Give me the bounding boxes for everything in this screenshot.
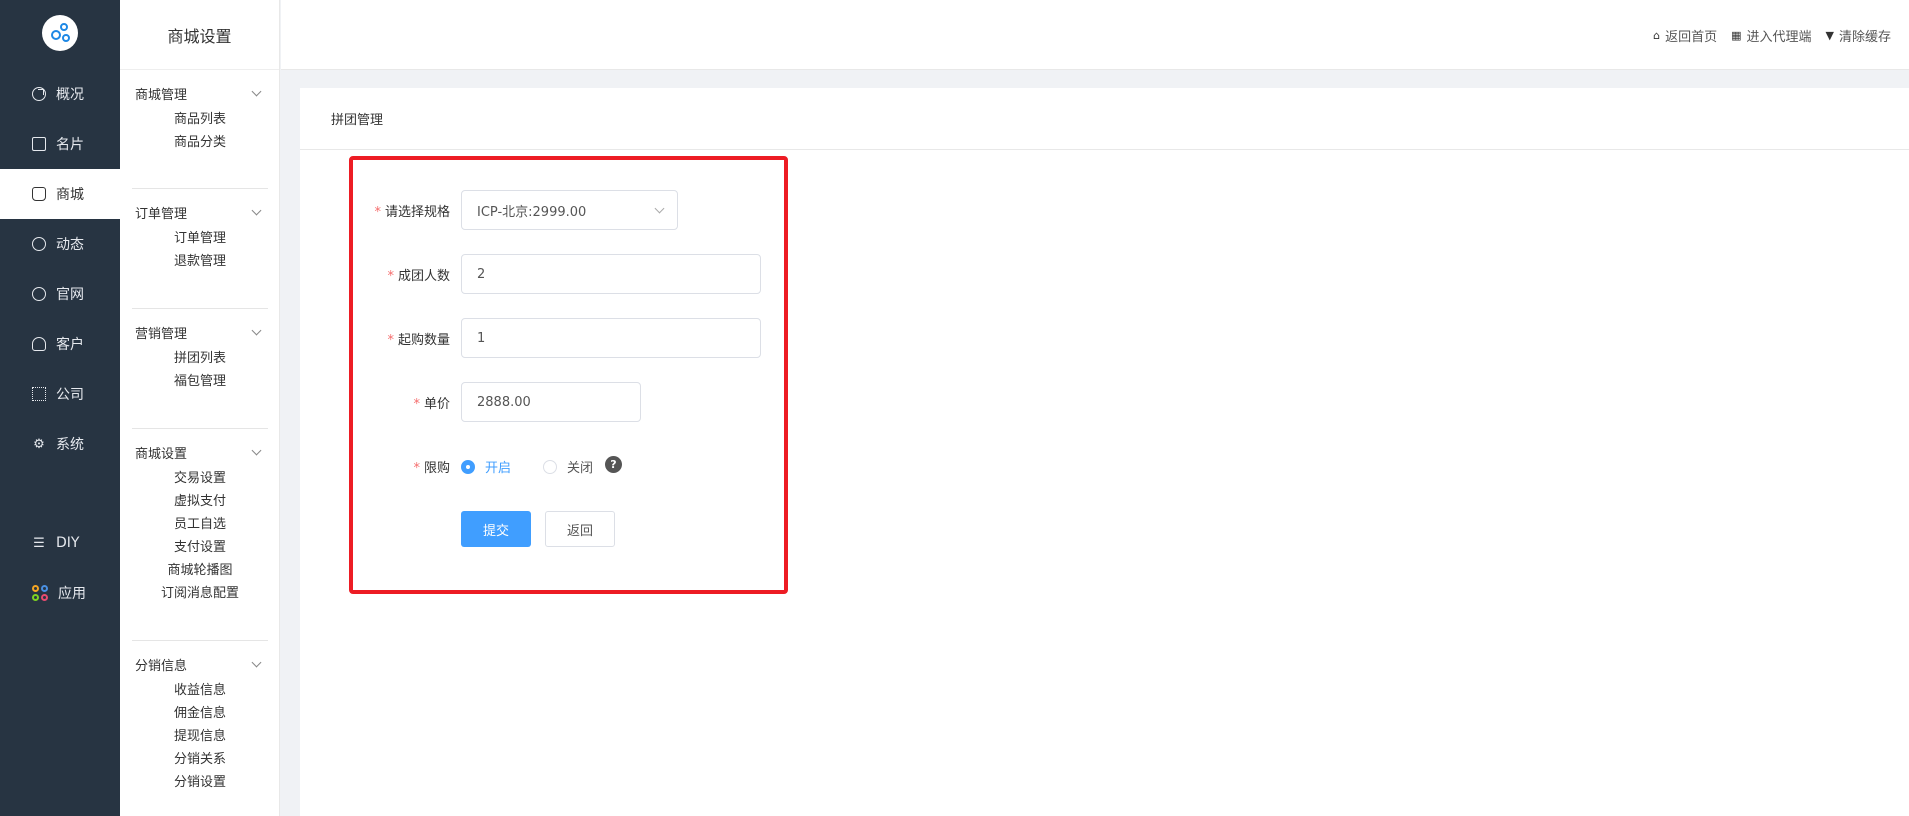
menu-group-header[interactable]: 商城管理	[120, 78, 280, 108]
menu-item[interactable]: 订单管理	[120, 227, 280, 250]
chevron-down-icon	[251, 657, 262, 668]
home-icon: ⌂	[1653, 29, 1661, 42]
min-qty-label: * 起购数量	[387, 333, 450, 348]
chevron-down-icon	[251, 86, 262, 97]
nav-item-diy[interactable]: ☰ DIY	[0, 518, 120, 568]
agent-link[interactable]: ▦ 进入代理端	[1731, 26, 1811, 45]
radio-unchecked	[543, 459, 557, 474]
menu-group-marketing: 营销管理 拼团列表 福包管理	[120, 317, 280, 393]
nav-item-company[interactable]: 公司	[0, 369, 120, 419]
divider	[132, 308, 268, 309]
apps-icon	[32, 585, 48, 601]
menu-item[interactable]: 分销关系	[120, 748, 280, 771]
group-size-label: * 成团人数	[387, 269, 450, 284]
unit-price-label: * 单价	[413, 397, 450, 412]
menu-item[interactable]: 商城轮播图	[120, 559, 280, 582]
menu-item[interactable]: 佣金信息	[120, 702, 280, 725]
menu-item[interactable]: 虚拟支付	[120, 490, 280, 513]
menu-item[interactable]: 员工自选	[120, 513, 280, 536]
nav-item-apps[interactable]: 应用	[0, 568, 120, 618]
menu-group-order: 订单管理 订单管理 退款管理	[120, 197, 280, 273]
nav-item-feed[interactable]: 动态	[0, 219, 120, 269]
menu-group-header[interactable]: 订单管理	[120, 197, 280, 227]
gear-icon: ⚙	[33, 436, 45, 452]
submit-button[interactable]: 提交	[461, 511, 531, 547]
menu-group-settings: 商城设置 交易设置 虚拟支付 员工自选 支付设置 商城轮播图 订阅消息配置	[120, 437, 280, 605]
chevron-down-icon	[251, 445, 262, 456]
divider	[132, 640, 268, 641]
user-icon	[32, 337, 46, 351]
grid-icon: ▦	[1731, 29, 1742, 42]
menu-item[interactable]: 订阅消息配置	[120, 582, 280, 605]
menu-item[interactable]: 福包管理	[120, 370, 280, 393]
nav-item-overview[interactable]: 概况	[0, 69, 120, 119]
menu-item[interactable]: 支付设置	[120, 536, 280, 559]
chevron-down-icon	[251, 205, 262, 216]
unit-price-input[interactable]: 2888.00	[461, 382, 641, 422]
limit-radio-on[interactable]: 开启	[461, 457, 511, 476]
nav-item-card[interactable]: 名片	[0, 119, 120, 169]
menu-item[interactable]: 交易设置	[120, 467, 280, 490]
globe-icon	[32, 287, 46, 301]
menu-group-shop: 商城管理 商品列表 商品分类	[120, 78, 280, 154]
nav-item-customer[interactable]: 客户	[0, 319, 120, 369]
limit-label: * 限购	[413, 461, 450, 476]
menu-item[interactable]: 商品列表	[120, 108, 280, 131]
group-size-input[interactable]: 2	[461, 254, 761, 294]
divider	[132, 188, 268, 189]
menu-group-header[interactable]: 分销信息	[120, 649, 280, 679]
nav-item-website[interactable]: 官网	[0, 269, 120, 319]
header-links: ⌂ 返回首页 ▦ 进入代理端 ▼ 清除缓存	[1639, 26, 1891, 45]
menu-item[interactable]: 商品分类	[120, 131, 280, 154]
help-icon[interactable]: ?	[605, 456, 622, 473]
spec-label: * 请选择规格	[374, 205, 450, 220]
limit-radio-off[interactable]: 关闭	[543, 457, 593, 476]
chevron-down-icon	[251, 325, 262, 336]
brush-icon: ▼	[1825, 29, 1834, 42]
panel-title: 拼团管理	[300, 88, 1909, 150]
app-logo-icon[interactable]	[42, 15, 78, 51]
top-header: ⌂ 返回首页 ▦ 进入代理端 ▼ 清除缓存	[281, 0, 1909, 70]
spec-select[interactable]: ICP-北京:2999.00	[461, 190, 678, 230]
clear-cache-link[interactable]: ▼ 清除缓存	[1826, 26, 1891, 45]
min-qty-input[interactable]: 1	[461, 318, 761, 358]
menu-item[interactable]: 收益信息	[120, 679, 280, 702]
nav-item-system[interactable]: ⚙ 系统	[0, 419, 120, 469]
home-link[interactable]: ⌂ 返回首页	[1653, 26, 1717, 45]
main-nav: 概况 名片 商城 动态 官网 客户 公司 ⚙ 系统 ☰ DIY 应用	[0, 0, 120, 816]
back-button[interactable]: 返回	[545, 511, 615, 547]
org-icon	[32, 387, 46, 401]
menu-group-header[interactable]: 商城设置	[120, 437, 280, 467]
nav-item-shop[interactable]: 商城	[0, 169, 120, 219]
menu-item[interactable]: 提现信息	[120, 725, 280, 748]
menu-group-header[interactable]: 营销管理	[120, 317, 280, 347]
dashboard-icon	[32, 87, 46, 101]
shop-bag-icon	[32, 187, 46, 201]
sidebar-title: 商城设置	[120, 0, 279, 70]
menu-group-distribution: 分销信息 收益信息 佣金信息 提现信息 分销关系 分销设置	[120, 649, 280, 794]
chevron-down-icon	[654, 203, 665, 214]
menu-item[interactable]: 分销设置	[120, 771, 280, 794]
menu-item[interactable]: 退款管理	[120, 250, 280, 273]
compass-icon	[32, 237, 46, 251]
card-icon	[32, 137, 46, 151]
menu-item[interactable]: 拼团列表	[120, 347, 280, 370]
diy-icon: ☰	[33, 535, 45, 551]
divider	[132, 428, 268, 429]
sub-sidebar: 商城设置 商城管理 商品列表 商品分类 订单管理 订单管理 退款管理 营销管理 …	[120, 0, 280, 816]
radio-checked	[461, 459, 475, 474]
